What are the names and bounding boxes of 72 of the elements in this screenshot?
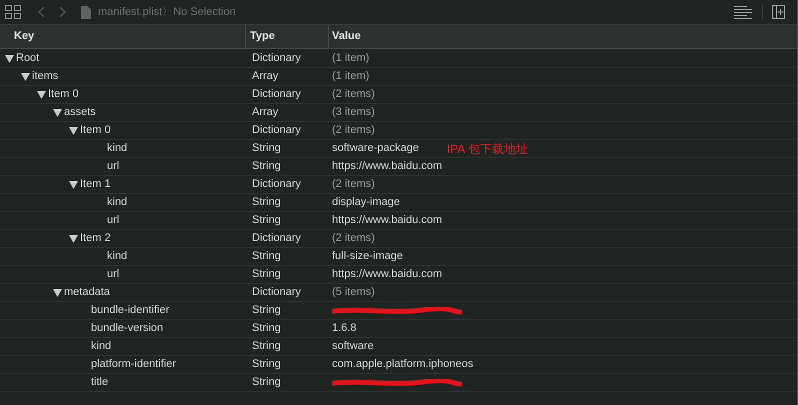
- type-cell: String: [252, 142, 281, 154]
- key-cell-text: bundle-identifier: [91, 303, 170, 318]
- key-cell-text: url: [107, 213, 120, 228]
- key-cell-text: kind: [91, 339, 112, 354]
- value-cell-text: https://www.baidu.com: [332, 267, 442, 282]
- key-cell-text: Root: [16, 51, 40, 66]
- type-cell: Dictionary: [252, 178, 301, 190]
- column-header[interactable]: Value: [332, 30, 361, 42]
- value-cell-text: (2 items): [332, 177, 375, 192]
- key-cell-text: kind: [107, 249, 128, 264]
- value-cell-text: (2 items): [332, 87, 375, 102]
- value-cell-text: (1 item): [332, 69, 370, 84]
- type-cell: Dictionary: [252, 232, 301, 244]
- type-cell: String: [252, 322, 281, 334]
- key-cell-text: metadata: [64, 285, 110, 300]
- lines-icon[interactable]: [734, 6, 753, 18]
- value-cell-text: (5 items): [332, 285, 375, 300]
- value-cell-text: software-package: [332, 141, 419, 156]
- type-cell: String: [252, 376, 281, 388]
- type-cell: Dictionary: [252, 88, 301, 100]
- path-separator: 〉: [162, 4, 174, 20]
- type-cell: Array: [252, 106, 278, 118]
- type-cell: Dictionary: [252, 52, 301, 64]
- key-cell-text: Item 2: [80, 231, 111, 246]
- key-cell-text: url: [107, 159, 120, 174]
- expanded-triangle-icon[interactable]: [53, 108, 62, 116]
- key-cell-text: kind: [107, 195, 128, 210]
- key-cell-text: Item 0: [48, 87, 79, 102]
- key-cell-text: platform-identifier: [91, 357, 176, 372]
- type-cell: String: [252, 268, 281, 280]
- add-panel-icon[interactable]: [772, 5, 785, 19]
- key-cell-text: Item 0: [80, 123, 111, 138]
- value-cell-text: com.apple.platform.iphoneos: [332, 357, 474, 372]
- value-cell-text: https://www.baidu.com: [332, 159, 442, 174]
- expanded-triangle-icon[interactable]: [69, 180, 78, 188]
- column-header[interactable]: Type: [250, 28, 275, 45]
- key-cell-text: items: [32, 69, 58, 84]
- value-cell-text: 1.6.8: [332, 321, 356, 336]
- annotation-note: IPA 包下载地址: [446, 140, 528, 158]
- type-cell: String: [252, 304, 281, 316]
- type-cell: String: [252, 160, 281, 172]
- document-icon: [81, 6, 91, 18]
- value-cell-text: (3 items): [332, 105, 375, 120]
- key-cell-text: title: [91, 375, 108, 390]
- type-cell: String: [252, 196, 281, 208]
- type-cell: Array: [252, 70, 278, 82]
- expanded-triangle-icon[interactable]: [69, 234, 78, 242]
- expanded-triangle-icon[interactable]: [37, 90, 46, 98]
- key-cell-text: bundle-version: [91, 321, 164, 336]
- expanded-triangle-icon[interactable]: [53, 288, 62, 296]
- type-cell: Dictionary: [252, 124, 301, 136]
- value-cell-text: (2 items): [332, 123, 375, 138]
- value-cell-text: full-size-image: [332, 249, 403, 264]
- value-cell-text: (1 item): [332, 51, 370, 66]
- value-cell-text: (2 items): [332, 231, 375, 246]
- grid-icon[interactable]: [5, 5, 21, 19]
- expanded-triangle-icon[interactable]: [69, 126, 78, 134]
- key-cell-text: assets: [64, 105, 96, 120]
- type-cell: Dictionary: [252, 286, 301, 298]
- key-cell-text: Item 1: [80, 177, 111, 192]
- type-cell: String: [252, 340, 281, 352]
- value-cell-text: display-image: [332, 195, 400, 210]
- type-cell: String: [252, 214, 281, 226]
- value-cell-text: software: [332, 339, 374, 354]
- value-cell-text: https://www.baidu.com: [332, 213, 442, 228]
- expanded-triangle-icon[interactable]: [21, 72, 30, 80]
- key-cell-text: kind: [107, 141, 128, 156]
- type-cell: String: [252, 250, 281, 262]
- column-header[interactable]: Key: [14, 28, 34, 45]
- key-cell-text: url: [107, 267, 120, 282]
- expanded-triangle-icon[interactable]: [5, 54, 14, 62]
- type-cell: String: [252, 358, 281, 370]
